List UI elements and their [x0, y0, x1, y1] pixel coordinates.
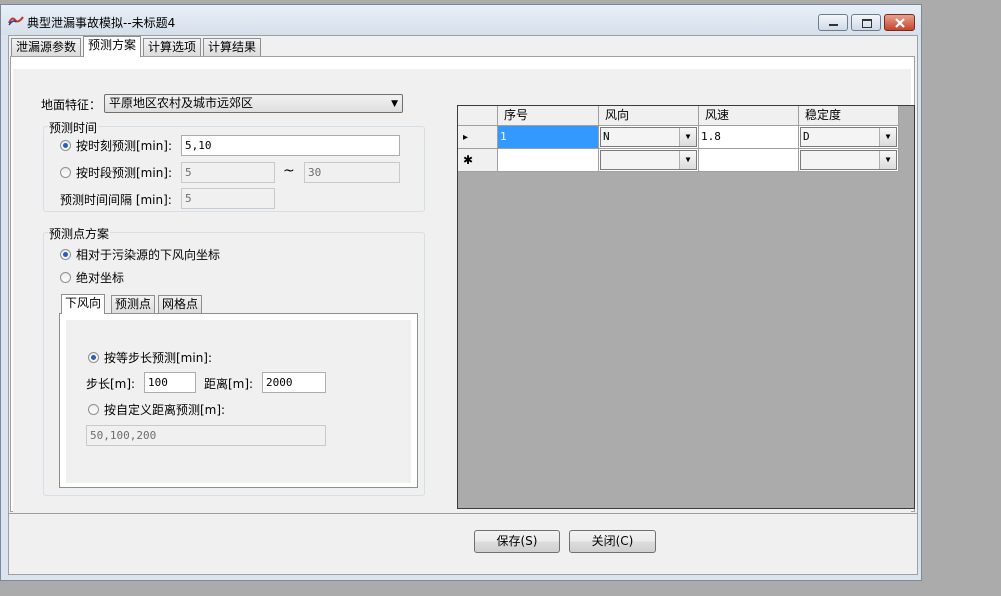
period-end-input[interactable]: 30: [304, 162, 400, 183]
absolute-coord-radio[interactable]: [60, 272, 71, 283]
terrain-label: 地面特征：: [41, 98, 102, 112]
new-stability-select[interactable]: ▼: [800, 150, 897, 170]
chevron-down-icon: ▼: [391, 99, 398, 109]
forecast-time-group-label: 预测时间: [48, 119, 99, 136]
step-label: 步长[m]:: [86, 377, 136, 391]
equal-step-label: 按等步长预测[min]:: [104, 351, 213, 365]
grid-new-cell-wind-dir[interactable]: ▼: [599, 149, 699, 172]
window-title: 典型泄漏事故模拟--未标题4: [27, 16, 176, 30]
relative-coord-label: 相对于污染源的下风向坐标: [76, 248, 221, 262]
tab-calc-options[interactable]: 计算选项: [143, 38, 202, 57]
subtab-forecast-points[interactable]: 预测点: [111, 295, 156, 314]
grid-header-seq[interactable]: 序号: [498, 106, 599, 126]
period-start-input[interactable]: 5: [181, 162, 275, 183]
tab-calc-results[interactable]: 计算结果: [203, 38, 262, 57]
chevron-down-icon[interactable]: ▼: [879, 128, 896, 146]
grid-cell-wind-speed[interactable]: 1.8: [699, 126, 799, 149]
stability-value: D: [803, 130, 810, 143]
grid-header-stability[interactable]: 稳定度: [799, 106, 899, 126]
chevron-down-icon[interactable]: ▼: [679, 151, 696, 169]
chevron-down-icon[interactable]: ▼: [679, 128, 696, 146]
grid-cell-seq[interactable]: 1: [498, 126, 599, 149]
custom-distance-label: 按自定义距离预测[m]:: [104, 403, 226, 417]
close-icon: [895, 18, 905, 28]
interval-input[interactable]: 5: [181, 188, 275, 209]
step-input[interactable]: 100: [144, 372, 196, 393]
maximize-button[interactable]: [851, 14, 881, 31]
tab-leak-source[interactable]: 泄漏源参数: [11, 38, 82, 57]
wind-dir-select[interactable]: N ▼: [600, 127, 697, 147]
by-period-radio[interactable]: [60, 167, 71, 178]
title-bar[interactable]: 典型泄漏事故模拟--未标题4: [1, 5, 921, 35]
grid-new-cell-seq[interactable]: [498, 149, 599, 172]
wind-dir-value: N: [603, 130, 610, 143]
tab-forecast-plan[interactable]: 预测方案: [83, 36, 142, 57]
footer-divider: [9, 513, 917, 514]
subtab-grid-points[interactable]: 网格点: [158, 295, 203, 314]
grid-header-wind-dir[interactable]: 风向: [599, 106, 699, 126]
forecast-points-group-label: 预测点方案: [48, 225, 111, 242]
subtab-downwind[interactable]: 下风向: [61, 294, 106, 314]
weather-grid[interactable]: 序号 风向 风速 稳定度 ▸ 1 N ▼ 1.8 D ▼ ✱ ▼ ▼: [457, 105, 915, 509]
terrain-value: 平原地区农村及城市远郊区: [109, 96, 254, 110]
client-area: 泄漏源参数 预测方案 计算选项 计算结果 地面特征： 平原地区农村及城市远郊区 …: [8, 35, 918, 575]
save-button[interactable]: 保存(S): [474, 530, 560, 553]
chevron-down-icon[interactable]: ▼: [879, 151, 896, 169]
grid-cell-stability[interactable]: D ▼: [799, 126, 899, 149]
app-logo-icon: [8, 16, 24, 26]
row-selector-icon[interactable]: ▸: [458, 126, 498, 149]
distance-label: 距离[m]:: [204, 377, 254, 391]
main-window: 典型泄漏事故模拟--未标题4 泄漏源参数 预测方案 计算选项 计算结果 地面特征…: [0, 4, 922, 581]
by-moment-radio[interactable]: [60, 140, 71, 151]
relative-coord-radio[interactable]: [60, 249, 71, 260]
close-button[interactable]: 关闭(C): [569, 530, 656, 553]
new-wind-dir-select[interactable]: ▼: [600, 150, 697, 170]
forecast-plan-panel: 地面特征： 平原地区农村及城市远郊区 ▼ 预测时间 按时刻预测[min]: 5,…: [13, 69, 915, 525]
grid-new-cell-stability[interactable]: ▼: [799, 149, 899, 172]
stability-select[interactable]: D ▼: [800, 127, 897, 147]
terrain-select[interactable]: 平原地区农村及城市远郊区 ▼: [104, 94, 403, 113]
custom-distance-input[interactable]: 50,100,200: [86, 425, 326, 446]
maximize-icon: [862, 19, 872, 28]
custom-distance-radio[interactable]: [88, 404, 99, 415]
points-subtab-container: 下风向 预测点 网格点 按等步长预测[min]: 步长[m]: 100 距离[m…: [59, 294, 418, 489]
forecast-plan-page: 地面特征： 平原地区农村及城市远郊区 ▼ 预测时间 按时刻预测[min]: 5,…: [10, 56, 915, 525]
grid-corner-header: [458, 106, 498, 126]
close-window-button[interactable]: [884, 14, 915, 31]
grid-header-wind-speed[interactable]: 风速: [699, 106, 799, 126]
grid-new-cell-wind-speed[interactable]: [699, 149, 799, 172]
absolute-coord-label: 绝对坐标: [76, 271, 125, 285]
by-period-label: 按时段预测[min]:: [76, 166, 173, 180]
equal-step-radio[interactable]: [88, 352, 99, 363]
minimize-button[interactable]: [818, 14, 848, 31]
grid-cell-wind-dir[interactable]: N ▼: [599, 126, 699, 149]
new-row-icon[interactable]: ✱: [458, 149, 498, 172]
distance-input[interactable]: 2000: [262, 372, 326, 393]
minimize-icon: [829, 24, 838, 26]
by-moment-label: 按时刻预测[min]:: [76, 139, 173, 153]
downwind-panel: 按等步长预测[min]: 步长[m]: 100 距离[m]: 2000 按自定义…: [66, 320, 411, 483]
period-separator: ~: [283, 163, 295, 179]
interval-label: 预测时间间隔 [min]:: [60, 193, 172, 207]
downwind-page: 按等步长预测[min]: 步长[m]: 100 距离[m]: 2000 按自定义…: [59, 313, 418, 488]
by-moment-input[interactable]: 5,10: [181, 135, 400, 156]
